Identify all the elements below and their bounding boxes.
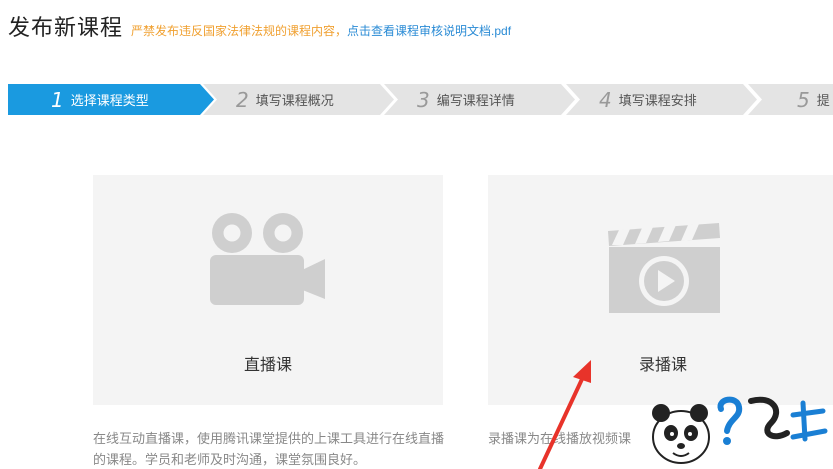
watermark-logo (652, 396, 828, 464)
